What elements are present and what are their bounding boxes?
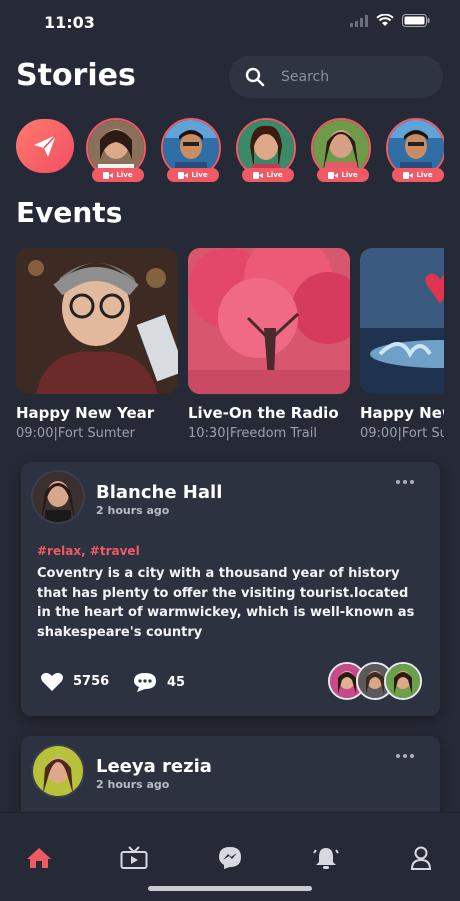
- more-options-button[interactable]: [396, 754, 414, 758]
- like-button[interactable]: 5756: [41, 672, 109, 691]
- wifi-icon: [376, 14, 394, 26]
- live-badge: Live: [167, 168, 219, 182]
- search-icon: [245, 67, 265, 87]
- search-input[interactable]: [279, 68, 423, 86]
- comment-button[interactable]: 45: [133, 672, 185, 692]
- live-label: Live: [341, 171, 358, 179]
- post-author-name[interactable]: Blanche Hall: [96, 482, 222, 503]
- post-time: 2 hours ago: [96, 778, 170, 791]
- tab-home[interactable]: [24, 845, 54, 871]
- event-meta: 09:00|Fort Sumter: [360, 426, 444, 441]
- event-image: [16, 248, 178, 394]
- live-label: Live: [416, 171, 433, 179]
- event-image: [188, 248, 350, 394]
- video-icon: [103, 171, 114, 179]
- story-item[interactable]: Live: [161, 118, 225, 182]
- tv-icon: [120, 846, 148, 869]
- post-text: Coventry is a city with a thousand year …: [37, 566, 415, 640]
- profile-icon: [410, 846, 432, 870]
- event-title: Live-On the Radio: [188, 404, 339, 422]
- comment-count: 45: [167, 674, 186, 690]
- liker-avatars[interactable]: [328, 662, 424, 702]
- event-card[interactable]: Happy New Year 09:00|Fort Sumter: [360, 248, 444, 441]
- bell-icon: [313, 848, 339, 869]
- battery-icon: [402, 14, 430, 27]
- story-item[interactable]: Live: [386, 118, 444, 182]
- live-badge: Live: [242, 168, 294, 182]
- search-box[interactable]: [229, 56, 443, 98]
- status-icons: [350, 14, 430, 27]
- like-count: 5756: [73, 674, 110, 689]
- heart-icon: [41, 672, 63, 691]
- video-icon: [403, 171, 414, 179]
- messenger-icon: [219, 847, 241, 869]
- send-story-button[interactable]: [16, 119, 74, 173]
- live-label: Live: [116, 171, 133, 179]
- post-tags[interactable]: #relax, #travel: [37, 544, 140, 558]
- paper-plane-icon: [34, 134, 57, 157]
- event-card[interactable]: Live-On the Radio 10:30|Freedom Trail: [188, 248, 350, 441]
- events-row: Happy New Year 09:00|Fort Sumter Live-On…: [16, 248, 444, 448]
- post-card: Blanche Hall 2 hours ago #relax, #travel…: [21, 462, 440, 716]
- liker-avatar: [384, 662, 422, 700]
- status-bar: 11:03: [0, 0, 460, 44]
- comment-icon: [134, 673, 156, 692]
- tab-tv[interactable]: [119, 845, 149, 871]
- story-item[interactable]: Live: [86, 118, 150, 182]
- post-time: 2 hours ago: [96, 504, 170, 517]
- post-author-name[interactable]: Leeya rezia: [96, 756, 212, 777]
- home-indicator[interactable]: [148, 886, 312, 891]
- more-options-button[interactable]: [396, 480, 414, 484]
- stories-title: Stories: [16, 58, 136, 93]
- event-card[interactable]: Happy New Year 09:00|Fort Sumter: [16, 248, 178, 441]
- video-icon: [253, 171, 264, 179]
- stories-row: Live Live Live Live Live: [16, 118, 444, 182]
- event-title: Happy New Year: [16, 404, 155, 422]
- avatar[interactable]: [31, 470, 85, 524]
- tab-messages[interactable]: [215, 845, 245, 871]
- tab-notifications[interactable]: [311, 845, 341, 871]
- status-time: 11:03: [44, 13, 95, 32]
- event-meta: 10:30|Freedom Trail: [188, 426, 317, 441]
- live-label: Live: [266, 171, 283, 179]
- avatar[interactable]: [31, 744, 85, 798]
- event-image: [360, 248, 444, 394]
- video-icon: [178, 171, 189, 179]
- event-title: Happy New Year: [360, 404, 444, 422]
- tab-profile[interactable]: [406, 845, 436, 871]
- events-title: Events: [16, 196, 123, 229]
- event-meta: 09:00|Fort Sumter: [16, 426, 135, 441]
- live-badge: Live: [392, 168, 444, 182]
- live-badge: Live: [317, 168, 369, 182]
- home-icon: [27, 848, 51, 868]
- live-badge: Live: [92, 168, 144, 182]
- signal-icon: [350, 14, 368, 27]
- live-label: Live: [191, 171, 208, 179]
- video-icon: [328, 171, 339, 179]
- story-item[interactable]: Live: [311, 118, 375, 182]
- story-item[interactable]: Live: [236, 118, 300, 182]
